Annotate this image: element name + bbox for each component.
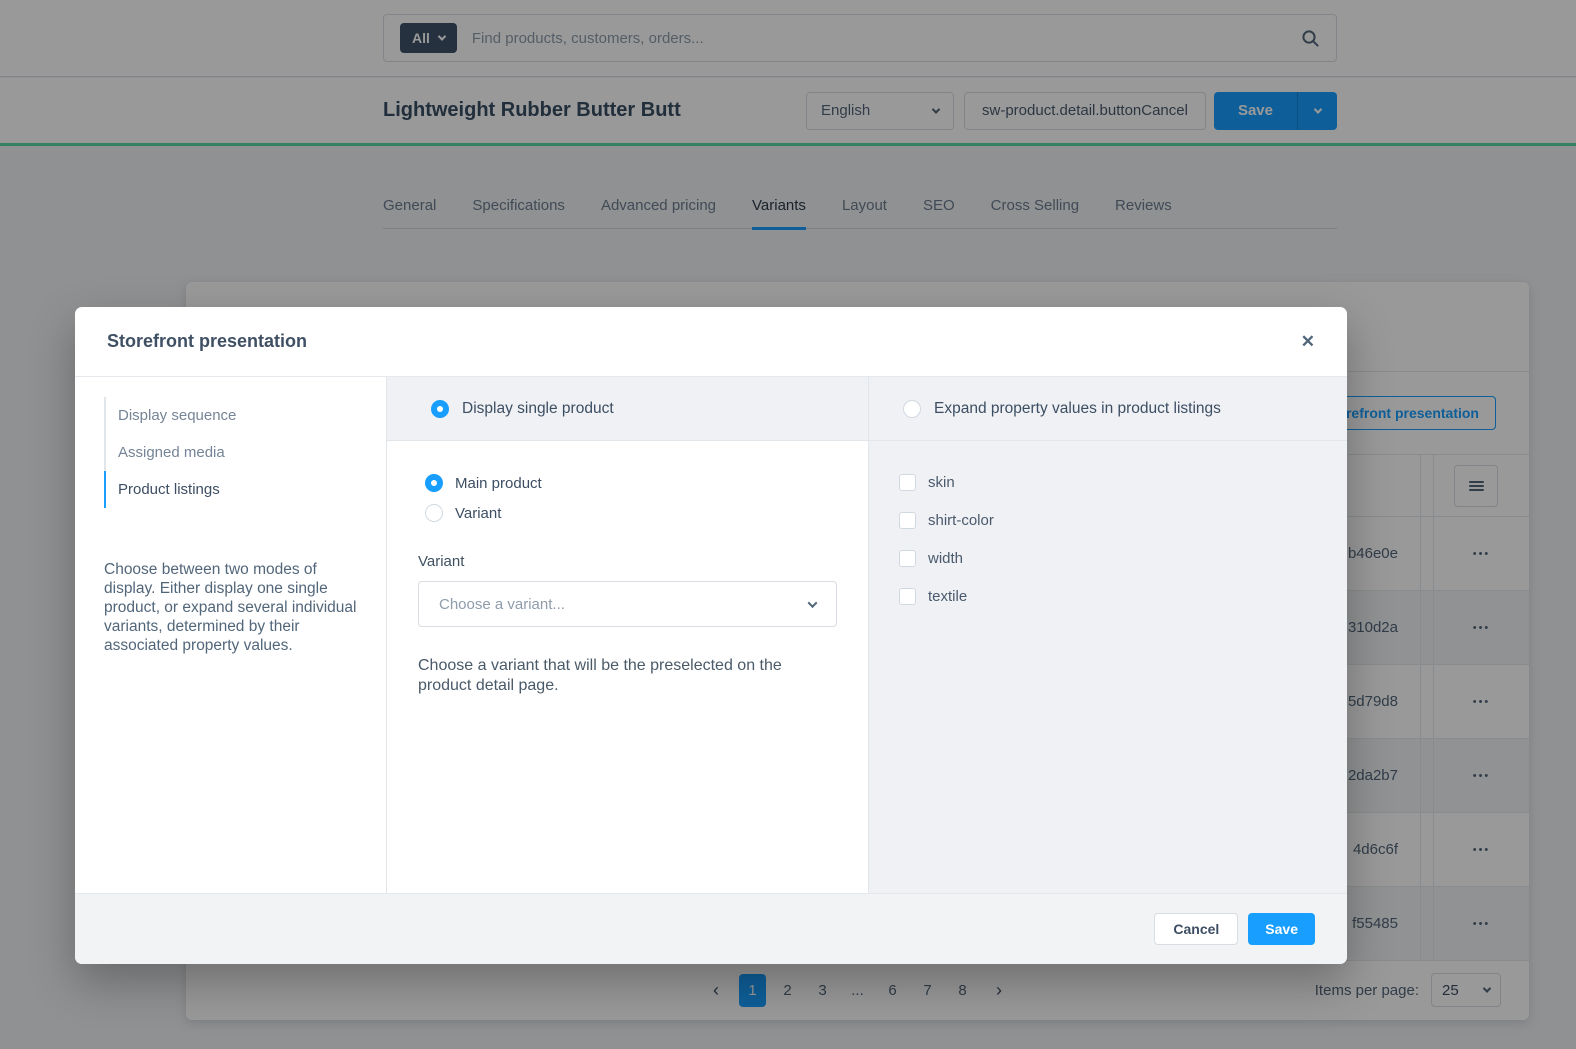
variant-option: Variant bbox=[425, 501, 837, 525]
single-product-option: Display single product bbox=[387, 377, 868, 441]
sidebar-item-product-listings[interactable]: Product listings bbox=[104, 471, 360, 508]
display-single-product-radio[interactable] bbox=[431, 400, 449, 418]
modal-sidebar: Display sequence Assigned media Product … bbox=[75, 377, 387, 893]
expand-properties-option: Expand property values in product listin… bbox=[869, 377, 1347, 441]
product-detail-page: All Lightweight Rubber Butter Butt Engli… bbox=[0, 0, 1576, 1049]
variant-radio-label: Variant bbox=[455, 505, 501, 522]
width-checkbox[interactable] bbox=[899, 550, 916, 567]
modal-title: Storefront presentation bbox=[107, 331, 1301, 352]
display-single-product-label: Display single product bbox=[462, 400, 614, 418]
variant-field-label: Variant bbox=[418, 553, 837, 570]
expand-properties-column: Expand property values in product listin… bbox=[869, 377, 1347, 893]
expand-properties-radio[interactable] bbox=[903, 400, 921, 418]
mode-description: Choose between two modes of display. Eit… bbox=[104, 560, 360, 655]
variant-help-text: Choose a variant that will be the presel… bbox=[418, 656, 832, 695]
property-option-skin: skin bbox=[899, 470, 1347, 494]
property-option-width: width bbox=[899, 546, 1347, 570]
close-icon[interactable]: ✕ bbox=[1301, 332, 1315, 352]
storefront-presentation-modal: Storefront presentation ✕ Display sequen… bbox=[75, 307, 1347, 964]
main-product-option: Main product bbox=[425, 471, 837, 495]
width-label: width bbox=[928, 550, 963, 567]
modal-cancel-button[interactable]: Cancel bbox=[1154, 913, 1238, 945]
main-product-radio[interactable] bbox=[425, 474, 443, 492]
modal-body: Display sequence Assigned media Product … bbox=[75, 377, 1347, 893]
expand-properties-label: Expand property values in product listin… bbox=[934, 400, 1221, 418]
textile-label: textile bbox=[928, 588, 967, 605]
sidebar-item-display-sequence[interactable]: Display sequence bbox=[104, 397, 360, 434]
shirt-color-checkbox[interactable] bbox=[899, 512, 916, 529]
textile-checkbox[interactable] bbox=[899, 588, 916, 605]
modal-footer: Cancel Save bbox=[75, 893, 1347, 964]
shirt-color-label: shirt-color bbox=[928, 512, 994, 529]
skin-checkbox[interactable] bbox=[899, 474, 916, 491]
property-option-shirt-color: shirt-color bbox=[899, 508, 1347, 532]
modal-header: Storefront presentation ✕ bbox=[75, 307, 1347, 377]
variant-radio[interactable] bbox=[425, 504, 443, 522]
modal-save-button[interactable]: Save bbox=[1248, 913, 1315, 945]
skin-label: skin bbox=[928, 474, 955, 491]
variant-select[interactable]: Choose a variant... bbox=[418, 581, 837, 627]
sidebar-item-assigned-media[interactable]: Assigned media bbox=[104, 434, 360, 471]
single-product-column: Display single product Main product Vari… bbox=[387, 377, 869, 893]
chevron-down-icon bbox=[808, 598, 818, 608]
property-option-textile: textile bbox=[899, 584, 1347, 608]
variant-select-placeholder: Choose a variant... bbox=[439, 596, 565, 613]
main-product-label: Main product bbox=[455, 475, 542, 492]
